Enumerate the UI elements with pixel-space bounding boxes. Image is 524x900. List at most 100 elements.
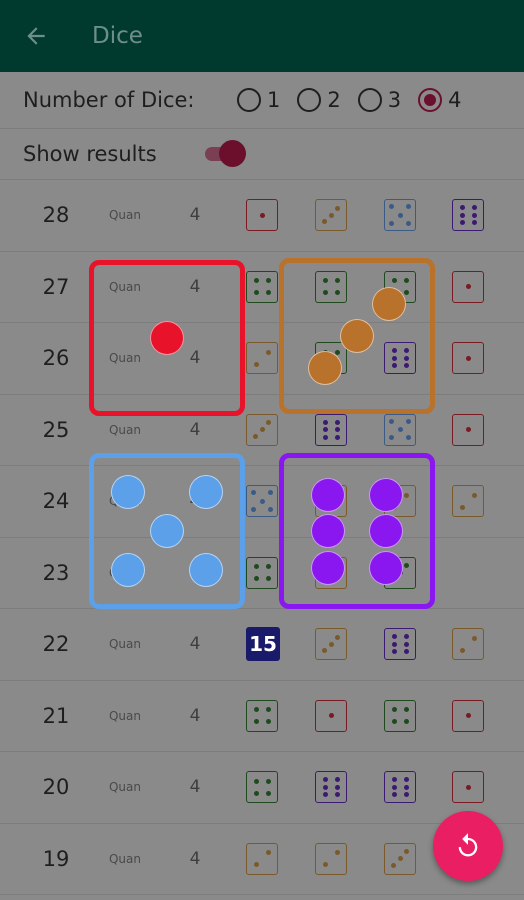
die-pip [328, 212, 334, 218]
mini-die-3 [384, 842, 416, 875]
die-pip [265, 564, 271, 569]
die-pip [403, 777, 409, 782]
die-pip [459, 220, 465, 225]
die-pip [471, 212, 477, 218]
mini-die-2 [452, 628, 484, 660]
mini-die-6 [315, 413, 347, 446]
die-pip [403, 784, 409, 790]
die-pip [251, 490, 257, 496]
mini-die-5 [384, 413, 416, 446]
radio-button[interactable] [297, 88, 322, 112]
mini-die-2 [315, 842, 347, 875]
history-row: 25 Quan 4 [0, 395, 524, 466]
big-die-6 [279, 453, 435, 609]
die-pip [391, 792, 397, 797]
die-pip [465, 427, 471, 432]
die-pip [403, 634, 409, 639]
die-pip [253, 278, 259, 283]
back-button[interactable] [0, 0, 72, 72]
mini-die-2 [452, 485, 484, 517]
die-pip [150, 321, 184, 355]
radio-button[interactable] [357, 88, 382, 112]
radio-option-1[interactable]: 1 [237, 88, 280, 112]
mini-die-6 [315, 771, 347, 803]
die-pip [403, 649, 409, 654]
die-pip [389, 220, 395, 226]
radio-option-4[interactable]: 4 [418, 88, 462, 112]
die-pip [471, 635, 477, 641]
mini-die-3 [315, 199, 347, 231]
die-pip [322, 777, 328, 782]
radio-option-2[interactable]: 2 [297, 88, 341, 112]
roll-number: 24 [42, 489, 70, 513]
die-pip [322, 792, 328, 797]
dice-count: 4 [189, 705, 201, 726]
reroll-icon [458, 833, 478, 857]
die-pip [369, 477, 404, 512]
history-row: 26 Quan 4 [0, 323, 524, 395]
dice-count-label: Number of Dice: [23, 88, 195, 112]
radio-button-selected[interactable] [418, 88, 443, 112]
die-pip [405, 220, 411, 226]
die-pip [465, 784, 471, 790]
die-pip [322, 434, 328, 440]
radio-label: 4 [448, 88, 462, 112]
quan-label: Quan [108, 780, 141, 794]
die-pip [110, 474, 145, 509]
die-pip [322, 862, 328, 867]
die-pip [253, 564, 259, 569]
die-pip [251, 506, 257, 512]
radio-option-3[interactable]: 3 [357, 88, 402, 112]
die-pip [391, 641, 397, 647]
mini-die-1 [452, 270, 484, 303]
mini-die-4 [246, 556, 278, 589]
main-content: Number of Dice: 1 2 3 4 Show results 28 Q… [0, 72, 524, 900]
die-pip [334, 792, 340, 797]
mini-die-1 [452, 699, 484, 732]
radio-button[interactable] [237, 88, 261, 112]
die-pip [267, 490, 273, 496]
die-pip [334, 434, 340, 440]
die-pip [328, 713, 334, 718]
die-pip [334, 850, 340, 855]
big-die-3 [279, 258, 435, 414]
mini-die-1 [452, 342, 484, 374]
die-pip [389, 204, 395, 210]
show-results-toggle[interactable] [203, 140, 246, 168]
die-pip [403, 719, 409, 724]
die-pip [372, 286, 407, 321]
result-total-badge: 15 [246, 627, 280, 661]
die-pip [335, 634, 341, 640]
die-pip [253, 862, 259, 867]
die-pip [110, 553, 145, 588]
roll-number: 22 [42, 632, 70, 656]
die-pip [340, 319, 374, 353]
die-pip [150, 514, 184, 548]
die-pip [459, 205, 465, 210]
history-row: 24Quan4 [0, 466, 524, 538]
die-pip [391, 634, 397, 639]
roll-number: 25 [42, 417, 70, 442]
die-pip [328, 641, 334, 647]
mini-die-4 [384, 699, 416, 732]
dice-count: 4 [189, 634, 201, 654]
radio-label: 2 [327, 88, 341, 112]
die-pip [322, 784, 328, 790]
mini-die-4 [246, 771, 278, 803]
mini-die-3 [315, 628, 347, 660]
die-pip [310, 477, 345, 512]
die-pip [307, 351, 342, 386]
reroll-button[interactable] [433, 811, 503, 881]
die-pip [390, 862, 396, 868]
die-pip [321, 648, 327, 654]
die-pip [253, 576, 259, 581]
mini-die-1 [452, 413, 484, 446]
die-pip [369, 514, 404, 548]
die-pip [265, 290, 271, 295]
big-die-1 [89, 260, 245, 416]
show-results-label: Show results [23, 142, 157, 166]
radio-label: 1 [267, 88, 281, 112]
die-pip [391, 784, 397, 790]
radio-label: 3 [387, 88, 402, 112]
quan-label: Quan [108, 637, 141, 651]
